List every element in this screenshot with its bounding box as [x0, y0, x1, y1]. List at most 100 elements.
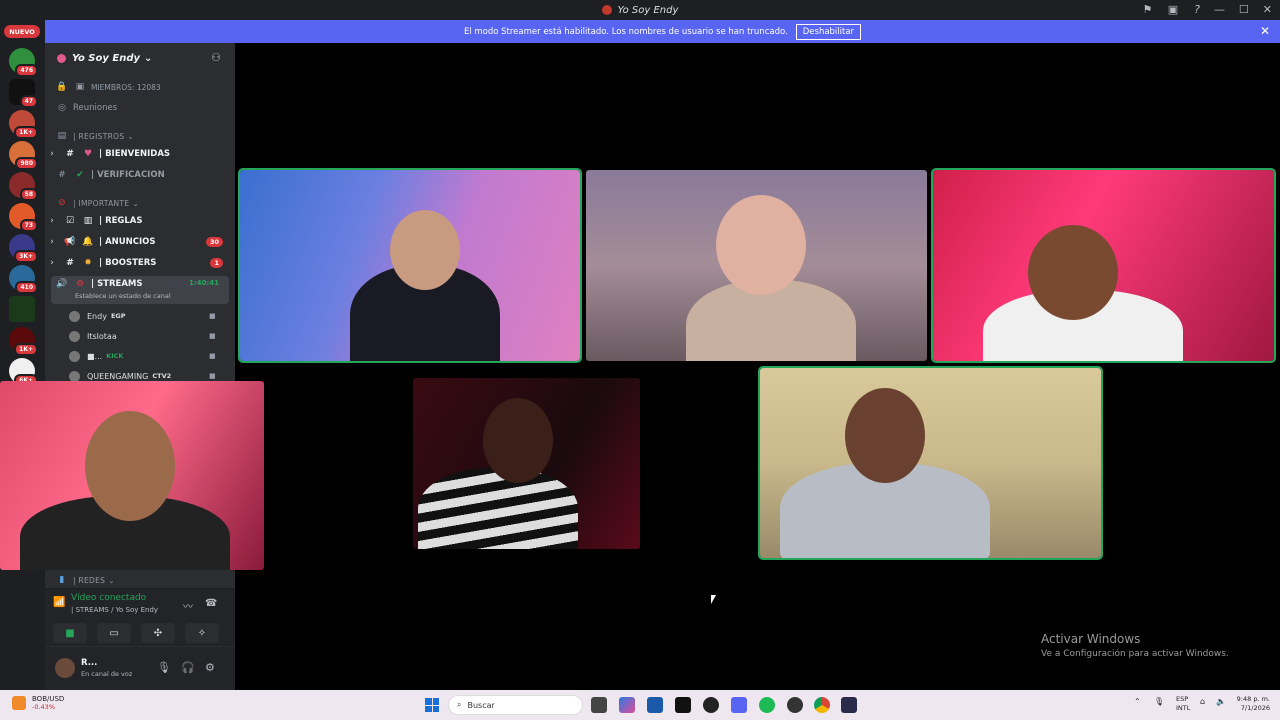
server-header[interactable]: Yo Soy Endy ⌄ ⚇ [45, 43, 235, 73]
server-icon[interactable] [9, 296, 35, 322]
app-icon[interactable] [841, 697, 857, 713]
voice-user[interactable]: ■... KICK ■ [69, 348, 216, 364]
chrome-icon[interactable] [814, 697, 830, 713]
voice-user-name: ■... [87, 351, 103, 361]
activation-subtitle: Ve a Configuración para activar Windows. [1041, 649, 1229, 659]
network-icon[interactable]: ⌂ [1200, 697, 1205, 706]
language-code: ESP [1176, 695, 1189, 703]
tray-chevron-icon[interactable]: ⌃ [1134, 697, 1141, 706]
volume-icon[interactable]: 🔈 [1216, 697, 1226, 706]
help-icon[interactable]: ? [1194, 3, 1200, 16]
channel-label: | ANUNCIOS [99, 237, 156, 247]
server-badge: 476 [15, 64, 38, 77]
channel-verificacion[interactable]: # ✔ | VERIFICACION [45, 166, 235, 184]
channel-anuncios[interactable]: › 📢 🔔 | ANUNCIOS 30 [45, 233, 235, 251]
disable-streamer-button[interactable]: Deshabilitar [795, 23, 862, 40]
video-tile[interactable] [0, 381, 264, 570]
window-title: Yo Soy Endy [617, 4, 679, 16]
voice-user[interactable]: Itslotaa ■ [69, 328, 216, 344]
video-tile[interactable] [931, 168, 1276, 363]
megaphone-icon: 📢 [64, 237, 76, 247]
channel-reuniones[interactable]: ◎ Reuniones [45, 99, 235, 117]
voice-status[interactable]: Vídeo conectado [71, 593, 146, 603]
disconnect-icon[interactable]: ☎ [205, 598, 217, 609]
video-tile[interactable] [758, 366, 1103, 560]
discord-icon[interactable] [731, 697, 747, 713]
close-window-button[interactable]: ✕ [1263, 3, 1272, 16]
file-manager-icon[interactable] [591, 697, 607, 713]
add-member-icon[interactable]: ⚇ [211, 51, 221, 64]
server-badge: 1K+ [14, 126, 38, 139]
user-name[interactable]: R... [81, 658, 97, 668]
server-icon[interactable]: 73 [9, 203, 38, 232]
sparkle-icon: ✸ [84, 258, 92, 268]
server-icon[interactable]: 3K+ [9, 234, 38, 263]
server-icon[interactable]: 1K+ [9, 110, 38, 139]
activities-button[interactable]: ✣ [141, 623, 175, 643]
user-status: En canal de voz [81, 670, 133, 678]
avatar [69, 330, 80, 342]
server-badge: 1K+ [14, 343, 38, 356]
soundboard-button[interactable]: ✧ [185, 623, 219, 643]
market-widget[interactable]: BOB/USD -0.43% [12, 695, 64, 711]
channel-reglas[interactable]: › ☑ ▥ | REGLAS [45, 212, 235, 230]
server-icon[interactable]: 47 [9, 79, 38, 108]
close-icon[interactable]: ✕ [1260, 24, 1270, 38]
user-panel: R... En canal de voz 🎙 🎧 ⚙ [45, 647, 235, 690]
video-tile[interactable] [586, 170, 927, 361]
taskbar-search[interactable]: ⌕ Buscar [448, 695, 583, 715]
video-tile[interactable] [413, 378, 640, 549]
screen-icon[interactable]: ▣ [1168, 3, 1178, 16]
channel-boosters[interactable]: › # ✸ | BOOSTERS 1 [45, 254, 235, 272]
microphone-icon[interactable]: 🎙 [1154, 697, 1164, 706]
avatar [69, 370, 80, 382]
steam-icon[interactable] [703, 697, 719, 713]
server-icon[interactable]: 58 [9, 172, 38, 201]
chevron-down-icon: ⌄ [127, 131, 134, 141]
windows-start-icon[interactable] [425, 698, 439, 712]
taskbar-clock[interactable]: 9:48 p. m. 7/1/2026 [1234, 695, 1270, 713]
voice-user-tag: EGP [110, 312, 126, 320]
channel-streams[interactable]: 🔊 ⊖ | STREAMS 1:40:41 Establece un estad… [51, 276, 229, 304]
channel-label: | BIENVENIDAS [99, 149, 171, 159]
voice-user-name: Endy [87, 311, 107, 321]
participant-head [1028, 225, 1118, 320]
channel-bienvenidas[interactable]: › # ♥ | BIENVENIDAS [45, 145, 235, 163]
voice-user-name: Itslotaa [87, 331, 117, 341]
store-icon[interactable] [647, 697, 663, 713]
server-icon[interactable]: 980 [9, 141, 38, 170]
capcut-icon[interactable] [675, 697, 691, 713]
server-badge: 980 [15, 157, 38, 170]
camera-icon: ■ [209, 332, 216, 340]
hash-icon: # [66, 258, 74, 268]
new-badge[interactable]: NUEVO [4, 25, 40, 38]
flag-icon[interactable]: ⚑ [1144, 3, 1152, 16]
noise-suppression-icon[interactable]: 〰 [183, 598, 193, 613]
voice-channel-path[interactable]: | STREAMS / Yo Soy Endy [71, 606, 158, 614]
server-icon[interactable]: 410 [9, 265, 38, 294]
server-icon[interactable]: 1K+ [9, 327, 38, 356]
category-redes[interactable]: ▮ | REDES ⌄ [45, 571, 235, 589]
category-registros[interactable]: ▤ | REGISTROS ⌄ [45, 127, 235, 145]
gear-icon[interactable]: ⚙ [205, 661, 215, 674]
avatar[interactable] [55, 658, 75, 678]
video-tile[interactable] [238, 168, 582, 363]
microphone-icon[interactable]: 🎙 [157, 661, 171, 674]
server-icon[interactable]: 476 [9, 48, 38, 77]
minimize-button[interactable]: — [1214, 3, 1225, 16]
copilot-icon[interactable] [619, 697, 635, 713]
voice-user[interactable]: Endy EGP ■ [69, 308, 216, 324]
camera-button[interactable]: ■ [53, 623, 87, 643]
activation-title: Activar Windows [1041, 632, 1141, 646]
spotify-icon[interactable] [759, 697, 775, 713]
keyboard-language[interactable]: ESP INTL [1176, 695, 1190, 713]
participant-head [85, 411, 175, 521]
category-importante[interactable]: ⊘ | IMPORTANTE ⌄ [45, 194, 235, 212]
obs-icon[interactable] [787, 697, 803, 713]
screen-share-button[interactable]: ▭ [97, 623, 131, 643]
unread-count-badge: 30 [205, 237, 223, 247]
channel-status-hint[interactable]: Establece un estado de canal [75, 292, 171, 300]
signal-icon[interactable]: 📶 [53, 597, 65, 608]
maximize-button[interactable]: ☐ [1239, 3, 1249, 16]
headphones-icon[interactable]: 🎧 [181, 661, 195, 674]
